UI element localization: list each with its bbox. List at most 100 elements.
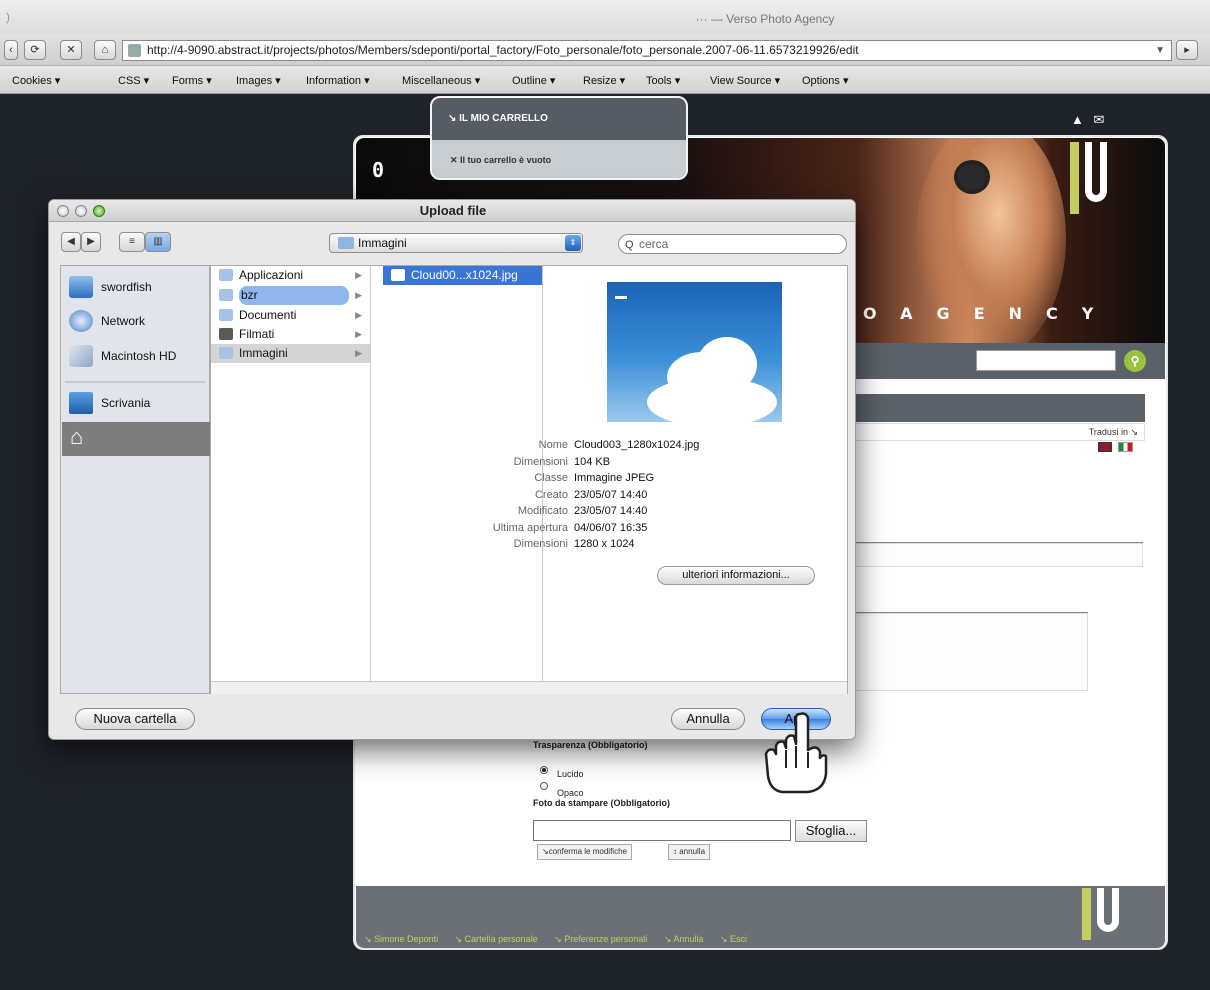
sidebar-item-desktop[interactable]: Scrivania: [67, 388, 207, 418]
location-popup[interactable]: Immagini ⇕: [329, 233, 583, 253]
devbar-outline[interactable]: Outline ▾: [512, 74, 555, 87]
navigation-toolbar: ‹ ⟳ ✕ ⌂ http://4-9090.abstract.it/projec…: [0, 34, 1210, 66]
matte-label: Opaco: [557, 788, 584, 798]
browse-button[interactable]: Sfoglia...: [795, 820, 867, 842]
home-button[interactable]: ⌂: [94, 40, 116, 60]
language-flags: [1098, 442, 1138, 454]
folder-documenti[interactable]: Documenti ▶: [211, 306, 370, 325]
forward-icon[interactable]: ▶: [81, 232, 101, 252]
cart-widget: ↘ IL MIO CARRELLO ✕ Il tuo carrello è vu…: [430, 96, 688, 180]
zoom-icon[interactable]: [93, 205, 105, 217]
window-title: ··· — Verso Photo Agency: [695, 12, 835, 26]
list-view-icon[interactable]: ≡: [119, 232, 145, 252]
address-bar[interactable]: http://4-9090.abstract.it/projects/photo…: [122, 40, 1172, 61]
footer-link-folder[interactable]: ↘ Cartella personale: [455, 934, 538, 944]
dialog-title: Upload file: [49, 200, 855, 222]
folder-applicazioni[interactable]: Applicazioni ▶: [211, 266, 370, 285]
photo-file-input[interactable]: [533, 820, 791, 841]
folder-label: Immagini: [239, 346, 288, 360]
hand-cursor-icon: [764, 712, 828, 794]
footer-link-preferences[interactable]: ↘ Preferenze personali: [554, 934, 647, 944]
image-file-icon: [391, 269, 405, 281]
favicon-icon: [128, 44, 141, 57]
devbar-cookies[interactable]: Cookies ▾: [12, 74, 60, 87]
cancel-button[interactable]: Annulla: [671, 708, 745, 730]
devbar-information[interactable]: Information ▾: [306, 74, 370, 87]
disclosure-icon: ▶: [355, 329, 362, 339]
form-textarea-box: [853, 613, 1088, 691]
folder-immagini[interactable]: Immagini ▶: [211, 344, 370, 363]
devbar-options[interactable]: Options ▾: [802, 74, 849, 87]
radio-glossy[interactable]: [540, 766, 548, 774]
horizontal-scrollbar[interactable]: [211, 681, 847, 694]
devbar-tools[interactable]: Tools ▾: [646, 74, 680, 87]
devbar-view-source[interactable]: View Source ▾: [710, 74, 780, 87]
footer-logo-icon: [1082, 888, 1122, 940]
confirm-changes-button[interactable]: ↘conferma le modifiche: [537, 844, 632, 860]
column-view-icon[interactable]: ▥: [145, 232, 171, 252]
devbar-miscellaneous[interactable]: Miscellaneous ▾: [402, 74, 480, 87]
devbar-resize[interactable]: Resize ▾: [583, 74, 625, 87]
reload-button[interactable]: ⟳: [24, 40, 46, 60]
go-button[interactable]: ▸: [1176, 40, 1198, 60]
desktop-icon: [69, 392, 93, 414]
popup-arrows-icon: ⇕: [565, 235, 581, 251]
folder-label: Applicazioni: [239, 268, 304, 282]
folder-label: bzr: [239, 286, 349, 305]
info-value: 23/05/07 14:40: [574, 505, 648, 517]
close-icon[interactable]: [57, 205, 69, 217]
cart-icon: ✕: [450, 155, 461, 165]
site-search-input[interactable]: [976, 350, 1116, 371]
info-key: Modificato: [517, 505, 568, 517]
home-icon: ⌂: [70, 424, 84, 449]
sidebar-item-home[interactable]: ⌂: [62, 422, 210, 456]
banner-sunglasses: [954, 160, 990, 194]
sidebar-item-network[interactable]: Network: [67, 306, 207, 336]
file-cloud[interactable]: Cloud00...x1024.jpg: [383, 266, 542, 285]
computer-icon: [69, 276, 93, 298]
italian-flag-icon[interactable]: [1118, 442, 1133, 452]
footer-link-cancel[interactable]: ↘ Annulla: [664, 934, 704, 944]
footer-link-user[interactable]: ↘ Simone Deponti: [364, 934, 438, 944]
finder-sidebar: swordfish Network Macintosh HD Scrivania…: [60, 265, 210, 694]
cart-empty-text: Il tuo carrello è vuoto: [460, 155, 552, 165]
dialog-search-field[interactable]: Q cerca: [618, 234, 847, 254]
search-go-icon[interactable]: ⚲: [1124, 350, 1146, 372]
minimize-icon[interactable]: [75, 205, 87, 217]
more-info-button[interactable]: ulteriori informazioni...: [657, 566, 815, 585]
sidebar-separator: [65, 381, 205, 383]
back-arrow-edge-icon[interactable]: ‹: [4, 40, 18, 60]
network-globe-icon: [69, 310, 93, 332]
folder-filmati[interactable]: Filmati ▶: [211, 325, 370, 344]
web-developer-toolbar: Cookies ▾ CSS ▾ Forms ▾ Images ▾ Informa…: [0, 66, 1210, 94]
history-dropdown-icon[interactable]: ▼: [1155, 41, 1165, 60]
back-icon[interactable]: ◀: [61, 232, 81, 252]
mail-icon[interactable]: ✉: [1094, 112, 1105, 127]
info-key: Nome: [538, 439, 568, 451]
info-key: Ultima apertura: [492, 521, 568, 534]
section-header-bar: [853, 394, 1145, 422]
stop-button[interactable]: ✕: [60, 40, 82, 60]
devbar-images[interactable]: Images ▾: [236, 74, 281, 87]
header-icons: ▲ ✉: [1071, 112, 1104, 128]
new-folder-button[interactable]: Nuova cartella: [75, 708, 195, 730]
devbar-css[interactable]: CSS ▾: [118, 74, 149, 87]
footer-link-logout[interactable]: ↘ Esci: [720, 934, 747, 944]
search-placeholder: cerca: [639, 237, 669, 251]
radio-matte[interactable]: [540, 782, 548, 790]
sidebar-item-macintosh-hd[interactable]: Macintosh HD: [67, 341, 207, 371]
folder-label: Documenti: [239, 308, 297, 322]
info-key: Dimensioni: [513, 455, 568, 468]
folder-bzr[interactable]: bzr ▶: [211, 286, 370, 305]
english-flag-icon[interactable]: [1098, 442, 1112, 452]
cart-title[interactable]: ↘ IL MIO CARRELLO: [432, 98, 686, 140]
info-key: Dimensioni: [513, 538, 568, 550]
glossy-label: Lucido: [557, 769, 584, 779]
upload-file-dialog: Upload file ◀ ▶ ≡ ▥ Immagini ⇕ Q cerca s…: [48, 199, 856, 740]
cancel-edit-button[interactable]: ↕ annulla: [668, 844, 711, 860]
devbar-forms[interactable]: Forms ▾: [172, 74, 212, 87]
sidebar-item-swordfish[interactable]: swordfish: [67, 272, 207, 302]
user-icon[interactable]: ▲: [1071, 112, 1084, 127]
info-value: 1280 x 1024: [574, 538, 635, 550]
file-label: Cloud00...x1024.jpg: [411, 268, 518, 282]
